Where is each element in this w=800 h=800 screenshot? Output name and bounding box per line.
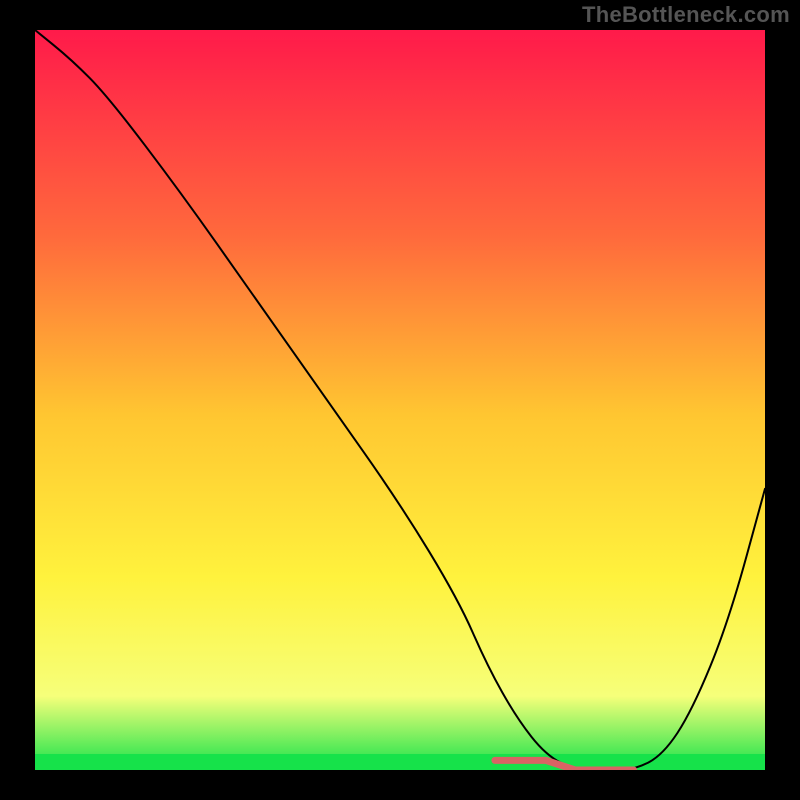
bottleneck-curve (35, 30, 765, 770)
chart-frame: TheBottleneck.com (0, 0, 800, 800)
watermark-text: TheBottleneck.com (582, 2, 790, 28)
curve-layer (35, 30, 765, 770)
accent-segment (495, 760, 634, 770)
plot-area (35, 30, 765, 770)
